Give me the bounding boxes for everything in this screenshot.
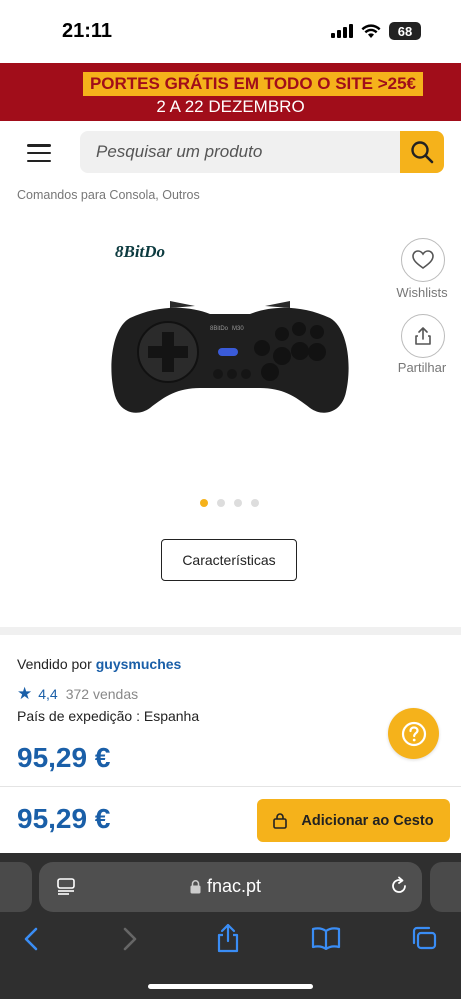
gallery-dot[interactable] [217,499,225,507]
star-icon: ★ [17,684,33,703]
promo-dates: 2 A 22 DEZEMBRO [156,97,305,116]
add-to-cart-button[interactable]: Adicionar ao Cesto [257,799,450,842]
battery-level: 68 [397,23,413,39]
seller-link[interactable]: guysmuches [96,656,182,672]
gallery-pagination [200,499,259,507]
share-icon [415,327,431,345]
back-icon[interactable] [22,926,40,952]
product-price: 95,29 € [17,742,111,773]
shipping-country: País de expedição : Espanha [17,708,200,724]
breadcrumb[interactable]: Comandos para Consola, Outros [17,188,200,202]
gallery-dot[interactable] [200,499,208,507]
wishlist-label: Wishlists [396,285,448,300]
search-input[interactable] [80,131,400,173]
gallery-dot[interactable] [234,499,242,507]
rating-score: 4,4 [38,686,58,702]
lock-icon [273,812,288,829]
question-icon [401,721,426,746]
gallery-dot[interactable] [251,499,259,507]
product-image[interactable]: 8BitDo M30 [110,296,350,421]
url-display[interactable]: fnac.pt [190,876,261,897]
search-icon [411,141,434,164]
share-label: Partilhar [397,360,447,375]
url-text: fnac.pt [207,876,262,896]
sales-count: 372 vendas [65,686,139,702]
wifi-icon [361,23,381,38]
signal-icon [331,24,353,38]
search-button[interactable] [400,131,444,173]
add-to-cart-label: Adicionar ao Cesto [301,812,434,829]
tabs-icon[interactable] [410,925,438,951]
search-box[interactable] [80,131,400,173]
status-time: 21:11 [62,20,113,42]
heart-icon [412,250,434,269]
section-divider [0,627,461,635]
features-button[interactable]: Características [161,539,297,581]
status-icons: 68 [331,22,421,40]
seller-line: Vendido por guysmuches [17,656,181,672]
previous-tab[interactable] [0,862,32,912]
wishlist-button[interactable] [401,238,445,282]
promo-headline: PORTES GRÁTIS EM TODO O SITE >25€ [83,72,423,96]
seller-prefix: Vendido por [17,656,92,672]
home-indicator[interactable] [148,984,313,989]
battery-icon: 68 [389,22,421,40]
brand-logo: 8BitDo [115,242,166,261]
share-button[interactable] [401,314,445,358]
svg-text:8BitDo: 8BitDo [210,326,229,332]
forward-icon[interactable] [121,926,139,952]
share-page-icon[interactable] [216,923,240,953]
help-button[interactable] [388,708,439,759]
menu-icon[interactable] [24,140,54,166]
svg-text:M30: M30 [232,326,244,332]
reload-icon[interactable] [389,876,409,896]
reader-icon[interactable] [57,877,75,895]
seller-rating[interactable]: ★ 4,4 372 vendas [17,684,138,704]
padlock-icon [190,879,201,893]
sticky-price: 95,29 € [17,803,111,834]
next-tab[interactable] [430,862,461,912]
bookmarks-icon[interactable] [311,926,341,950]
